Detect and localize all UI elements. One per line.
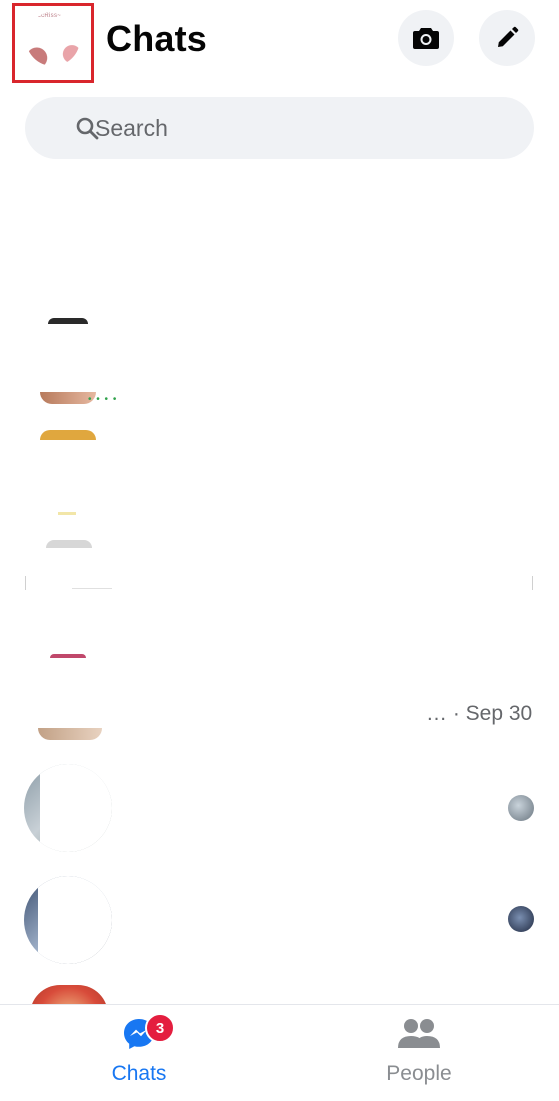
seen-avatar xyxy=(508,906,534,932)
compose-button[interactable] xyxy=(479,10,535,66)
profile-avatar[interactable]: ~ccRiss~ xyxy=(26,12,80,66)
tab-people[interactable]: People xyxy=(359,1017,479,1086)
search-icon xyxy=(76,117,99,140)
seen-avatar xyxy=(508,795,534,821)
chat-avatar-fragment xyxy=(40,430,96,440)
people-icon xyxy=(398,1019,440,1048)
chat-avatar[interactable] xyxy=(24,764,112,852)
bottom-navigation: 3 Chats People xyxy=(0,1004,559,1101)
camera-button[interactable] xyxy=(398,10,454,66)
unread-badge: 3 xyxy=(145,1013,175,1043)
tab-chats-label: Chats xyxy=(111,1062,167,1085)
page-title: Chats xyxy=(106,18,208,59)
chat-avatar-fragment xyxy=(58,512,76,515)
pencil-icon xyxy=(498,26,519,47)
profile-avatar-text: ~ccRiss~ xyxy=(34,13,62,19)
active-dots: • • • • xyxy=(88,394,118,405)
search-input[interactable] xyxy=(93,113,497,143)
tab-chats[interactable]: 3 Chats xyxy=(79,1013,199,1086)
camera-icon xyxy=(413,28,439,49)
chat-avatar-fragment xyxy=(48,318,88,324)
chat-avatar-fragment xyxy=(38,728,102,740)
divider xyxy=(25,576,26,590)
search-bar[interactable] xyxy=(25,97,534,159)
chat-avatar[interactable] xyxy=(24,876,112,964)
chat-avatar-fragment xyxy=(46,540,92,548)
tab-people-label: People xyxy=(386,1062,452,1085)
divider xyxy=(72,588,112,589)
divider xyxy=(532,576,533,590)
chat-avatar-fragment xyxy=(50,654,86,658)
chat-timestamp: … · Sep 30 xyxy=(426,702,533,725)
